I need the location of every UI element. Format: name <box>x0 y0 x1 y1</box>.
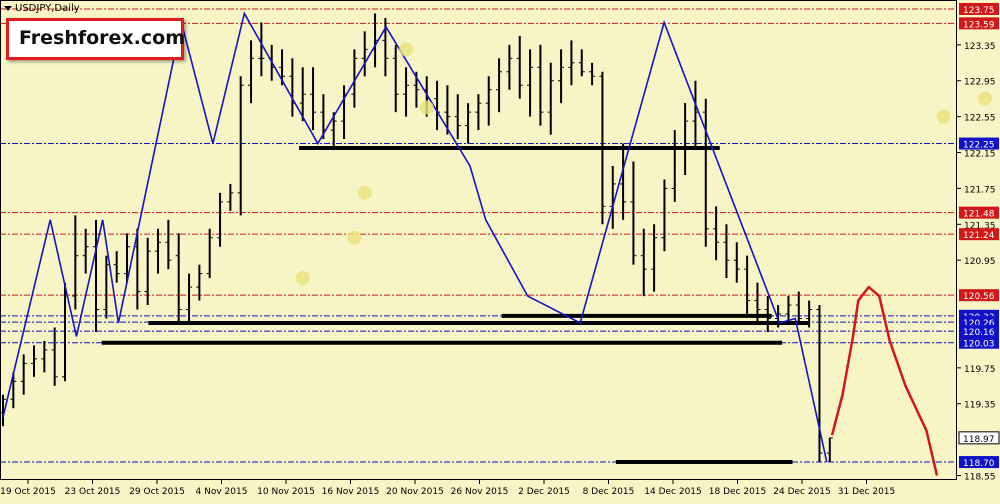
level-label: 120.56 <box>963 292 995 302</box>
highlight-marker <box>357 185 372 200</box>
symbol-label: USDJPY,Daily <box>15 3 80 14</box>
highlight-marker <box>295 271 310 286</box>
date-label: 14 Dec 2015 <box>644 487 702 497</box>
price-tick-label: 122.95 <box>964 78 996 88</box>
level-label: 120.03 <box>963 340 995 350</box>
price-tick-label: 121.75 <box>964 185 996 195</box>
price-tick-label: 123.35 <box>964 42 996 52</box>
level-label: 123.75 <box>963 6 995 16</box>
highlight-marker <box>347 230 362 245</box>
date-label: 29 Oct 2015 <box>129 487 185 497</box>
price-tick-label: 122.15 <box>964 150 996 160</box>
brand-name: Freshforex.com <box>19 27 186 49</box>
level-label: 121.48 <box>963 210 995 220</box>
highlight-marker <box>977 91 992 106</box>
date-label: 23 Oct 2015 <box>65 487 121 497</box>
price-tick-label: 118.55 <box>964 473 996 483</box>
price-tick-label: 122.55 <box>964 114 996 124</box>
price-tick-label: 119.35 <box>964 401 996 411</box>
date-label: 4 Nov 2015 <box>196 487 248 497</box>
date-label: 2 Dec 2015 <box>518 487 570 497</box>
price-tick-label: 120.95 <box>964 257 996 267</box>
price-tick-label: 119.75 <box>964 365 996 375</box>
level-label: 123.59 <box>963 20 995 30</box>
price-chart[interactable]: 123.35 122.95 122.55 122.15 121.75 121.35 120.… <box>0 0 1000 500</box>
highlight-marker <box>936 109 951 124</box>
dropdown-arrow-icon[interactable] <box>4 5 12 11</box>
level-label: 120.16 <box>963 328 995 338</box>
level-label: 121.24 <box>963 231 995 241</box>
level-label: 122.25 <box>963 141 995 151</box>
highlight-marker <box>419 100 434 115</box>
date-label: 24 Dec 2015 <box>773 487 831 497</box>
date-label: 18 Dec 2015 <box>709 487 767 497</box>
symbol-header[interactable]: USDJPY,Daily <box>4 3 80 14</box>
highlight-marker <box>399 42 414 57</box>
date-label: 20 Nov 2015 <box>386 487 444 497</box>
date-label: 19 Oct 2015 <box>0 487 56 497</box>
date-label: 26 Nov 2015 <box>451 487 509 497</box>
date-label: 31 Dec 2015 <box>838 487 896 497</box>
date-label: 8 Dec 2015 <box>583 487 635 497</box>
level-label: 118.97 <box>963 435 995 445</box>
date-label: 10 Nov 2015 <box>257 487 315 497</box>
level-label: 118.70 <box>963 459 995 469</box>
brand-logo: Freshforex.com <box>6 18 186 60</box>
date-label: 16 Nov 2015 <box>322 487 380 497</box>
chart-canvas: 123.35122.95122.55122.15121.75121.35120.… <box>0 0 1000 500</box>
